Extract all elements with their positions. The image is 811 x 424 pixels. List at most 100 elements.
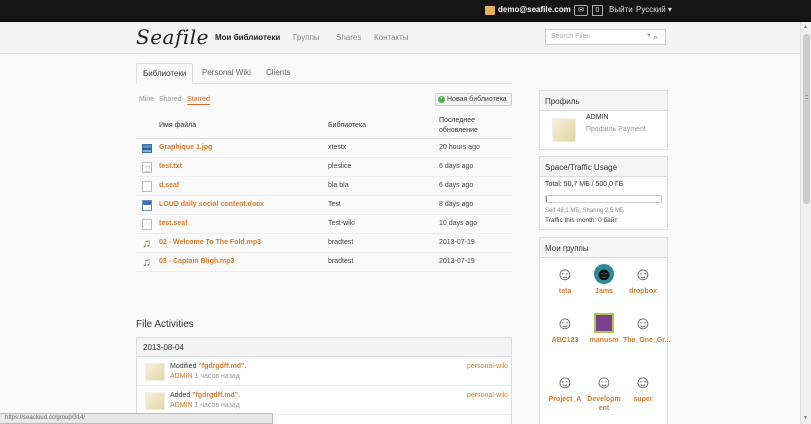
table-row[interactable]: Graphique 1.jpg xtestx 20 hours ago — [136, 139, 512, 158]
tab-libraries[interactable]: Библиотеки — [136, 63, 194, 84]
tab-clients[interactable]: Clients — [260, 63, 296, 84]
group-item[interactable]: ☺ dropbox — [623, 264, 663, 296]
user-avatar[interactable] — [145, 392, 165, 410]
plus-icon: + — [438, 96, 445, 103]
activity-repo-link[interactable]: personal-wiki — [467, 363, 508, 370]
page-scrollbar[interactable]: ▲ ▼ — [800, 22, 811, 424]
column-header-library: Библиотека — [328, 122, 367, 129]
blank-file-icon — [142, 181, 152, 192]
scrollbar-thumb[interactable] — [803, 34, 810, 204]
scroll-up-arrow-icon[interactable]: ▲ — [803, 24, 808, 30]
seafile-logo[interactable]: Seafile — [136, 25, 209, 49]
profile-name[interactable]: ADMIN — [586, 114, 609, 121]
groups-title: Мои группы — [540, 238, 667, 258]
group-item[interactable]: ☺ The_One_Gr... — [623, 313, 670, 345]
search-placeholder: Search Files — [551, 33, 590, 40]
subtab-shared[interactable]: Shared — [159, 96, 182, 103]
file-name-link[interactable]: 02 - Welcome To The Fold.mp3 — [159, 239, 261, 246]
usage-breakdown: Self 48,1 МБ, Sharing 2,5 МБ — [545, 208, 624, 214]
group-item[interactable]: ☺ tata — [545, 264, 585, 296]
table-row[interactable]: LOUD daily social content.docx Test 8 da… — [136, 196, 512, 215]
search-input[interactable]: Search Files ▼ ⌕ — [545, 29, 666, 45]
new-library-button[interactable]: + Новая библиотека — [435, 93, 512, 106]
group-name[interactable]: ABC123 — [545, 336, 585, 345]
group-name[interactable]: Project_A — [545, 395, 585, 404]
group-item[interactable]: ☺ Developm ent — [584, 372, 624, 413]
subtab-starred[interactable]: Starred — [187, 96, 210, 105]
updated-time: 2013-07-19 — [439, 258, 475, 265]
activity-repo-link[interactable]: personal-wiki — [467, 392, 508, 399]
group-item[interactable]: ☺ Project_A — [545, 372, 585, 404]
activity-file-link[interactable]: "fgdrgdff.md" — [192, 392, 238, 399]
group-avatar-icon: ☻ — [594, 264, 614, 284]
group-name[interactable]: super — [623, 395, 663, 404]
updated-time: 6 days ago — [439, 163, 474, 170]
file-name-link[interactable]: test.seaf — [159, 220, 187, 227]
account-email[interactable]: demo@seafile.com — [498, 5, 571, 14]
table-row[interactable]: ♫ 03 - Captain Bligh.mp3 bradtest 2013-0… — [136, 253, 512, 272]
activity-item: Modified "fgdrgdff.md". ADMIN 1 часов на… — [137, 358, 511, 386]
library-name: xtestx — [328, 144, 347, 151]
library-name: Test-wiki — [328, 220, 355, 227]
group-name[interactable]: The_One_Gr... — [623, 336, 670, 345]
group-item[interactable]: ☺ ABC123 — [545, 313, 585, 345]
group-item[interactable]: ☻ Jams — [584, 264, 624, 296]
activity-file-link[interactable]: "fgdrgdff.md" — [198, 363, 244, 370]
user-avatar[interactable] — [145, 363, 165, 381]
updated-time: 10 days ago — [439, 220, 478, 227]
table-row[interactable]: test.txt pleslice 6 days ago — [136, 158, 512, 177]
nav-groups[interactable]: Группы — [293, 33, 320, 42]
activity-meta: ADMIN 1 часов назад — [170, 402, 240, 409]
group-item[interactable]: ☺ super — [623, 372, 663, 404]
tab-personal-wiki[interactable]: Personal Wiki — [196, 63, 257, 84]
subtab-mine[interactable]: Mine — [139, 96, 154, 103]
text-file-icon — [142, 162, 152, 173]
usage-title: Space/Traffic Usage — [540, 157, 667, 177]
group-icon: ☺ — [555, 264, 575, 284]
group-name[interactable]: manusm — [584, 336, 624, 345]
avatar[interactable] — [552, 118, 576, 142]
browser-status-url: https://seacloud.cc/group/314/ — [0, 413, 273, 424]
logout-link[interactable]: Выйти — [609, 5, 633, 14]
group-name[interactable]: tata — [545, 287, 585, 296]
table-row[interactable]: test.seaf Test-wiki 10 days ago — [136, 215, 512, 234]
search-dropdown-icon[interactable]: ▼ — [646, 33, 652, 39]
activity-item: Added "fgdrgdff.md". ADMIN 1 часов назад… — [137, 387, 511, 415]
messages-icon[interactable]: ✉ — [574, 5, 588, 16]
file-name-link[interactable]: Graphique 1.jpg — [159, 144, 212, 151]
nav-shares[interactable]: Shares — [336, 33, 361, 42]
column-header-file: Имя файла — [159, 122, 197, 129]
library-name: pleslice — [328, 163, 352, 170]
nav-my-libraries[interactable]: Мои библиотеки — [215, 33, 280, 42]
file-name-link[interactable]: 03 - Captain Bligh.mp3 — [159, 258, 234, 265]
table-row[interactable]: ♫ 02 - Welcome To The Fold.mp3 bradtest … — [136, 234, 512, 253]
group-name[interactable]: Developm ent — [584, 395, 624, 413]
updated-time: 20 hours ago — [439, 144, 480, 151]
message-count[interactable]: 0 — [592, 5, 603, 16]
usage-progress-fill — [546, 196, 547, 202]
file-name-link[interactable]: test.txt — [159, 163, 182, 170]
search-icon[interactable]: ⌕ — [653, 32, 658, 43]
activity-user-link[interactable]: ADMIN — [170, 373, 193, 380]
group-item[interactable]: manusm — [584, 313, 624, 345]
updated-time: 6 days ago — [439, 182, 474, 189]
group-icon: ☺ — [555, 372, 575, 392]
group-icon: ☺ — [633, 264, 653, 284]
profile-type: Профиль Payment — [586, 126, 646, 133]
browser-page: demo@seafile.com ✉ 0 Выйти Русский ▾ Sea… — [0, 0, 811, 424]
activity-date: 2013-08-04 — [137, 338, 511, 357]
group-name[interactable]: dropbox — [623, 287, 663, 296]
file-name-link[interactable]: LOUD daily social content.docx — [159, 201, 264, 208]
scroll-down-arrow-icon[interactable]: ▼ — [803, 415, 808, 421]
file-name-link[interactable]: d.seaf — [159, 182, 179, 189]
group-avatar-icon — [594, 313, 614, 333]
table-row[interactable]: d.seaf bla bla 6 days ago — [136, 177, 512, 196]
language-dropdown[interactable]: Русский ▾ — [636, 5, 672, 14]
activity-user-link[interactable]: ADMIN — [170, 402, 193, 409]
nav-contacts[interactable]: Контакты — [374, 33, 409, 42]
traffic-text: Traffic this month: 0 байт — [545, 217, 618, 224]
group-name[interactable]: Jams — [584, 287, 624, 296]
column-header-updated: Последнее обновление — [439, 117, 478, 134]
usage-progress-bar — [545, 195, 662, 203]
activity-meta: ADMIN 1 часов назад — [170, 373, 240, 380]
